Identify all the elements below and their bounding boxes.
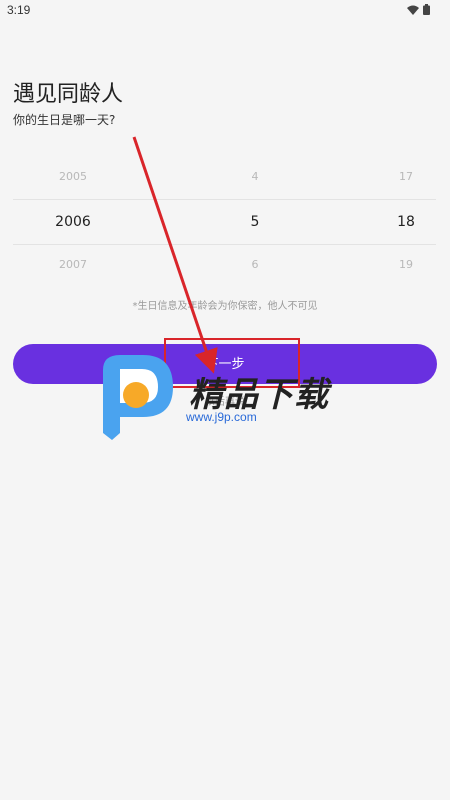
picker-row-selected[interactable]: 2006 5 18 xyxy=(13,199,436,245)
selected-month[interactable]: 5 xyxy=(205,200,305,244)
year-option[interactable]: 2005 xyxy=(23,155,123,199)
page-title: 遇见同龄人 xyxy=(13,82,124,107)
month-option[interactable]: 4 xyxy=(205,155,305,199)
month-option[interactable]: 6 xyxy=(205,243,305,287)
watermark: 精品下载 www.j9p.com xyxy=(98,355,358,445)
picker-row[interactable]: 2005 4 17 xyxy=(13,155,436,199)
wifi-icon xyxy=(407,5,419,15)
status-icons xyxy=(407,4,430,15)
watermark-logo-icon xyxy=(103,355,173,440)
day-option[interactable]: 17 xyxy=(356,155,450,199)
page-subtitle: 你的生日是哪一天? xyxy=(13,113,116,127)
birthday-picker[interactable]: 2005 4 17 2006 5 18 2007 6 19 xyxy=(13,155,436,287)
picker-row[interactable]: 2007 6 19 xyxy=(13,243,436,287)
selected-year[interactable]: 2006 xyxy=(23,200,123,244)
year-option[interactable]: 2007 xyxy=(23,243,123,287)
day-option[interactable]: 19 xyxy=(356,243,450,287)
selected-day[interactable]: 18 xyxy=(356,200,450,244)
status-time: 3:19 xyxy=(7,3,31,17)
status-bar: 3:19 xyxy=(0,0,450,22)
privacy-note: *生日信息及年龄会为你保密，他人不可见 xyxy=(132,301,318,312)
watermark-url: www.j9p.com xyxy=(186,410,257,424)
battery-icon xyxy=(423,4,430,15)
watermark-text: 精品下载 xyxy=(189,375,329,415)
